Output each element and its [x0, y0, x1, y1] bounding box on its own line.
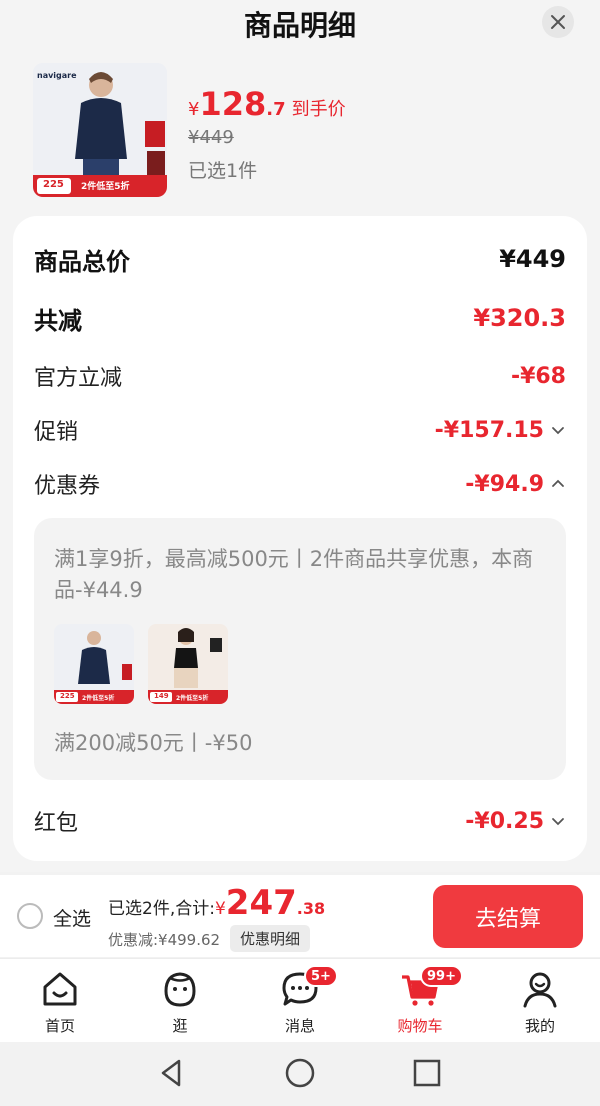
price-tag: 到手价 [291, 99, 346, 120]
promotion-value: -¥157.15 [434, 417, 544, 443]
chevron-down-icon [552, 427, 564, 435]
recents-icon[interactable] [410, 1056, 444, 1090]
total-price-label: 商品总价 [34, 247, 130, 276]
coupon-item-thumbnail-1[interactable]: 225 2件低至5折 [54, 624, 134, 704]
close-button[interactable] [542, 6, 574, 38]
select-all-checkbox[interactable] [17, 903, 43, 929]
price-breakdown-card: 商品总价 ¥449 共减 ¥320.3 官方立减 -¥68 促销 -¥157.1… [13, 216, 587, 861]
tab-stroll[interactable]: 逛 [130, 965, 230, 1041]
coupon-item-2-price: 149 [154, 692, 169, 700]
back-icon[interactable] [155, 1056, 189, 1090]
red-packet-label: 红包 [34, 811, 79, 836]
coupon-item-thumbnail-2[interactable]: 149 2件低至5折 [148, 624, 228, 704]
total-reduction-row: 共减 ¥320.3 [34, 298, 566, 338]
original-price: ¥449 [188, 127, 234, 148]
price-currency: ¥ [188, 99, 200, 120]
select-all-label[interactable]: 全选 [53, 904, 91, 931]
tab-home[interactable]: 首页 [10, 965, 110, 1041]
total-reduction-label: 共减 [34, 306, 82, 335]
thumb-banner: 2件低至5折 [81, 182, 130, 192]
coupon-value-wrap: -¥94.9 [465, 472, 566, 497]
thumb-brand: navigare [37, 71, 77, 80]
home-icon [43, 972, 77, 1006]
final-price: ¥128.7 到手价 [188, 85, 346, 123]
total-integer: 247 [225, 883, 297, 923]
page-title: 商品明细 [243, 9, 356, 42]
promotion-row[interactable]: 促销 -¥157.15 [34, 410, 566, 450]
profile-icon [523, 972, 557, 1008]
tab-stroll-label: 逛 [172, 1017, 188, 1035]
price-decimal: .7 [266, 99, 286, 120]
total-decimal: .38 [296, 899, 326, 918]
checkout-bar: 全选 已选2件,合计:¥247.38 优惠减:¥499.62 优惠明细 去结算 [0, 875, 600, 957]
official-discount-row: 官方立减 -¥68 [34, 356, 566, 396]
chevron-down-icon [552, 818, 564, 826]
coupon-detail-box: 满1享9折，最高减500元丨2件商品共享优惠，本商品-¥44.9 225 2件低… [34, 518, 566, 780]
stroll-icon [164, 972, 196, 1007]
home-circle-icon[interactable] [283, 1056, 317, 1090]
promotion-value-wrap: -¥157.15 [435, 418, 566, 443]
coupon-item-1-price: 225 [60, 692, 75, 700]
product-header: navigare 225 2件低至5折 ¥128.7 到手价 ¥449 已选1件 [33, 63, 573, 199]
total-currency: ¥ [214, 899, 226, 919]
product-thumbnail[interactable]: navigare 225 2件低至5折 [33, 63, 167, 197]
red-packet-row[interactable]: 红包 -¥0.25 [34, 801, 566, 841]
total-reduction-value: ¥320.3 [473, 304, 566, 332]
coupon-value: -¥94.9 [465, 471, 544, 497]
coupon-rule: 满200减50元丨-¥50 [54, 731, 253, 755]
discount-summary: 优惠减:¥499.62 [108, 931, 221, 949]
official-discount-label: 官方立减 [34, 366, 123, 391]
coupon-description: 满1享9折，最高减500元丨2件商品共享优惠，本商品-¥44.9 [54, 547, 534, 602]
coupon-label: 优惠券 [34, 474, 101, 499]
official-discount-value: -¥68 [510, 363, 566, 389]
checkout-button[interactable]: 去结算 [433, 885, 583, 948]
tab-profile-label: 我的 [524, 1017, 555, 1035]
detail-sheet: 商品明细 navigare 225 2件低至5折 ¥128.7 到手价 ¥449… [0, 0, 600, 872]
red-packet-value: -¥0.25 [465, 808, 544, 834]
chevron-up-icon [552, 479, 564, 487]
cart-total: 已选2件,合计:¥247.38 [108, 883, 325, 923]
total-price-value: ¥449 [499, 245, 566, 273]
close-icon [551, 15, 565, 29]
selected-count: 已选1件 [188, 160, 258, 182]
tab-cart-label: 购物车 [397, 1017, 443, 1035]
tab-profile[interactable]: 我的 [490, 965, 590, 1041]
coupon-item-1-banner: 2件低至5折 [82, 695, 115, 702]
coupon-row[interactable]: 优惠券 -¥94.9 [34, 464, 566, 504]
coupon-item-2-banner: 2件低至5折 [176, 695, 209, 702]
messages-badge: 5+ [304, 965, 338, 987]
bottom-tab-bar: 首页 逛 5+ 消息 99+ 购物车 我的 [0, 958, 600, 1042]
red-packet-value-wrap: -¥0.25 [465, 809, 566, 834]
price-integer: 128 [199, 85, 267, 123]
tab-messages[interactable]: 5+ 消息 [250, 965, 350, 1041]
tab-cart[interactable]: 99+ 购物车 [370, 965, 470, 1041]
tab-messages-label: 消息 [284, 1017, 315, 1035]
discount-detail-button[interactable]: 优惠明细 [230, 925, 311, 952]
total-price-row: 商品总价 ¥449 [34, 239, 566, 279]
promotion-label: 促销 [34, 420, 79, 445]
thumb-price: 225 [43, 179, 64, 190]
cart-badge: 99+ [420, 965, 463, 987]
tab-home-label: 首页 [44, 1017, 75, 1035]
system-navigation-bar [0, 1042, 600, 1106]
selected-prefix: 已选2件,合计: [108, 899, 215, 919]
